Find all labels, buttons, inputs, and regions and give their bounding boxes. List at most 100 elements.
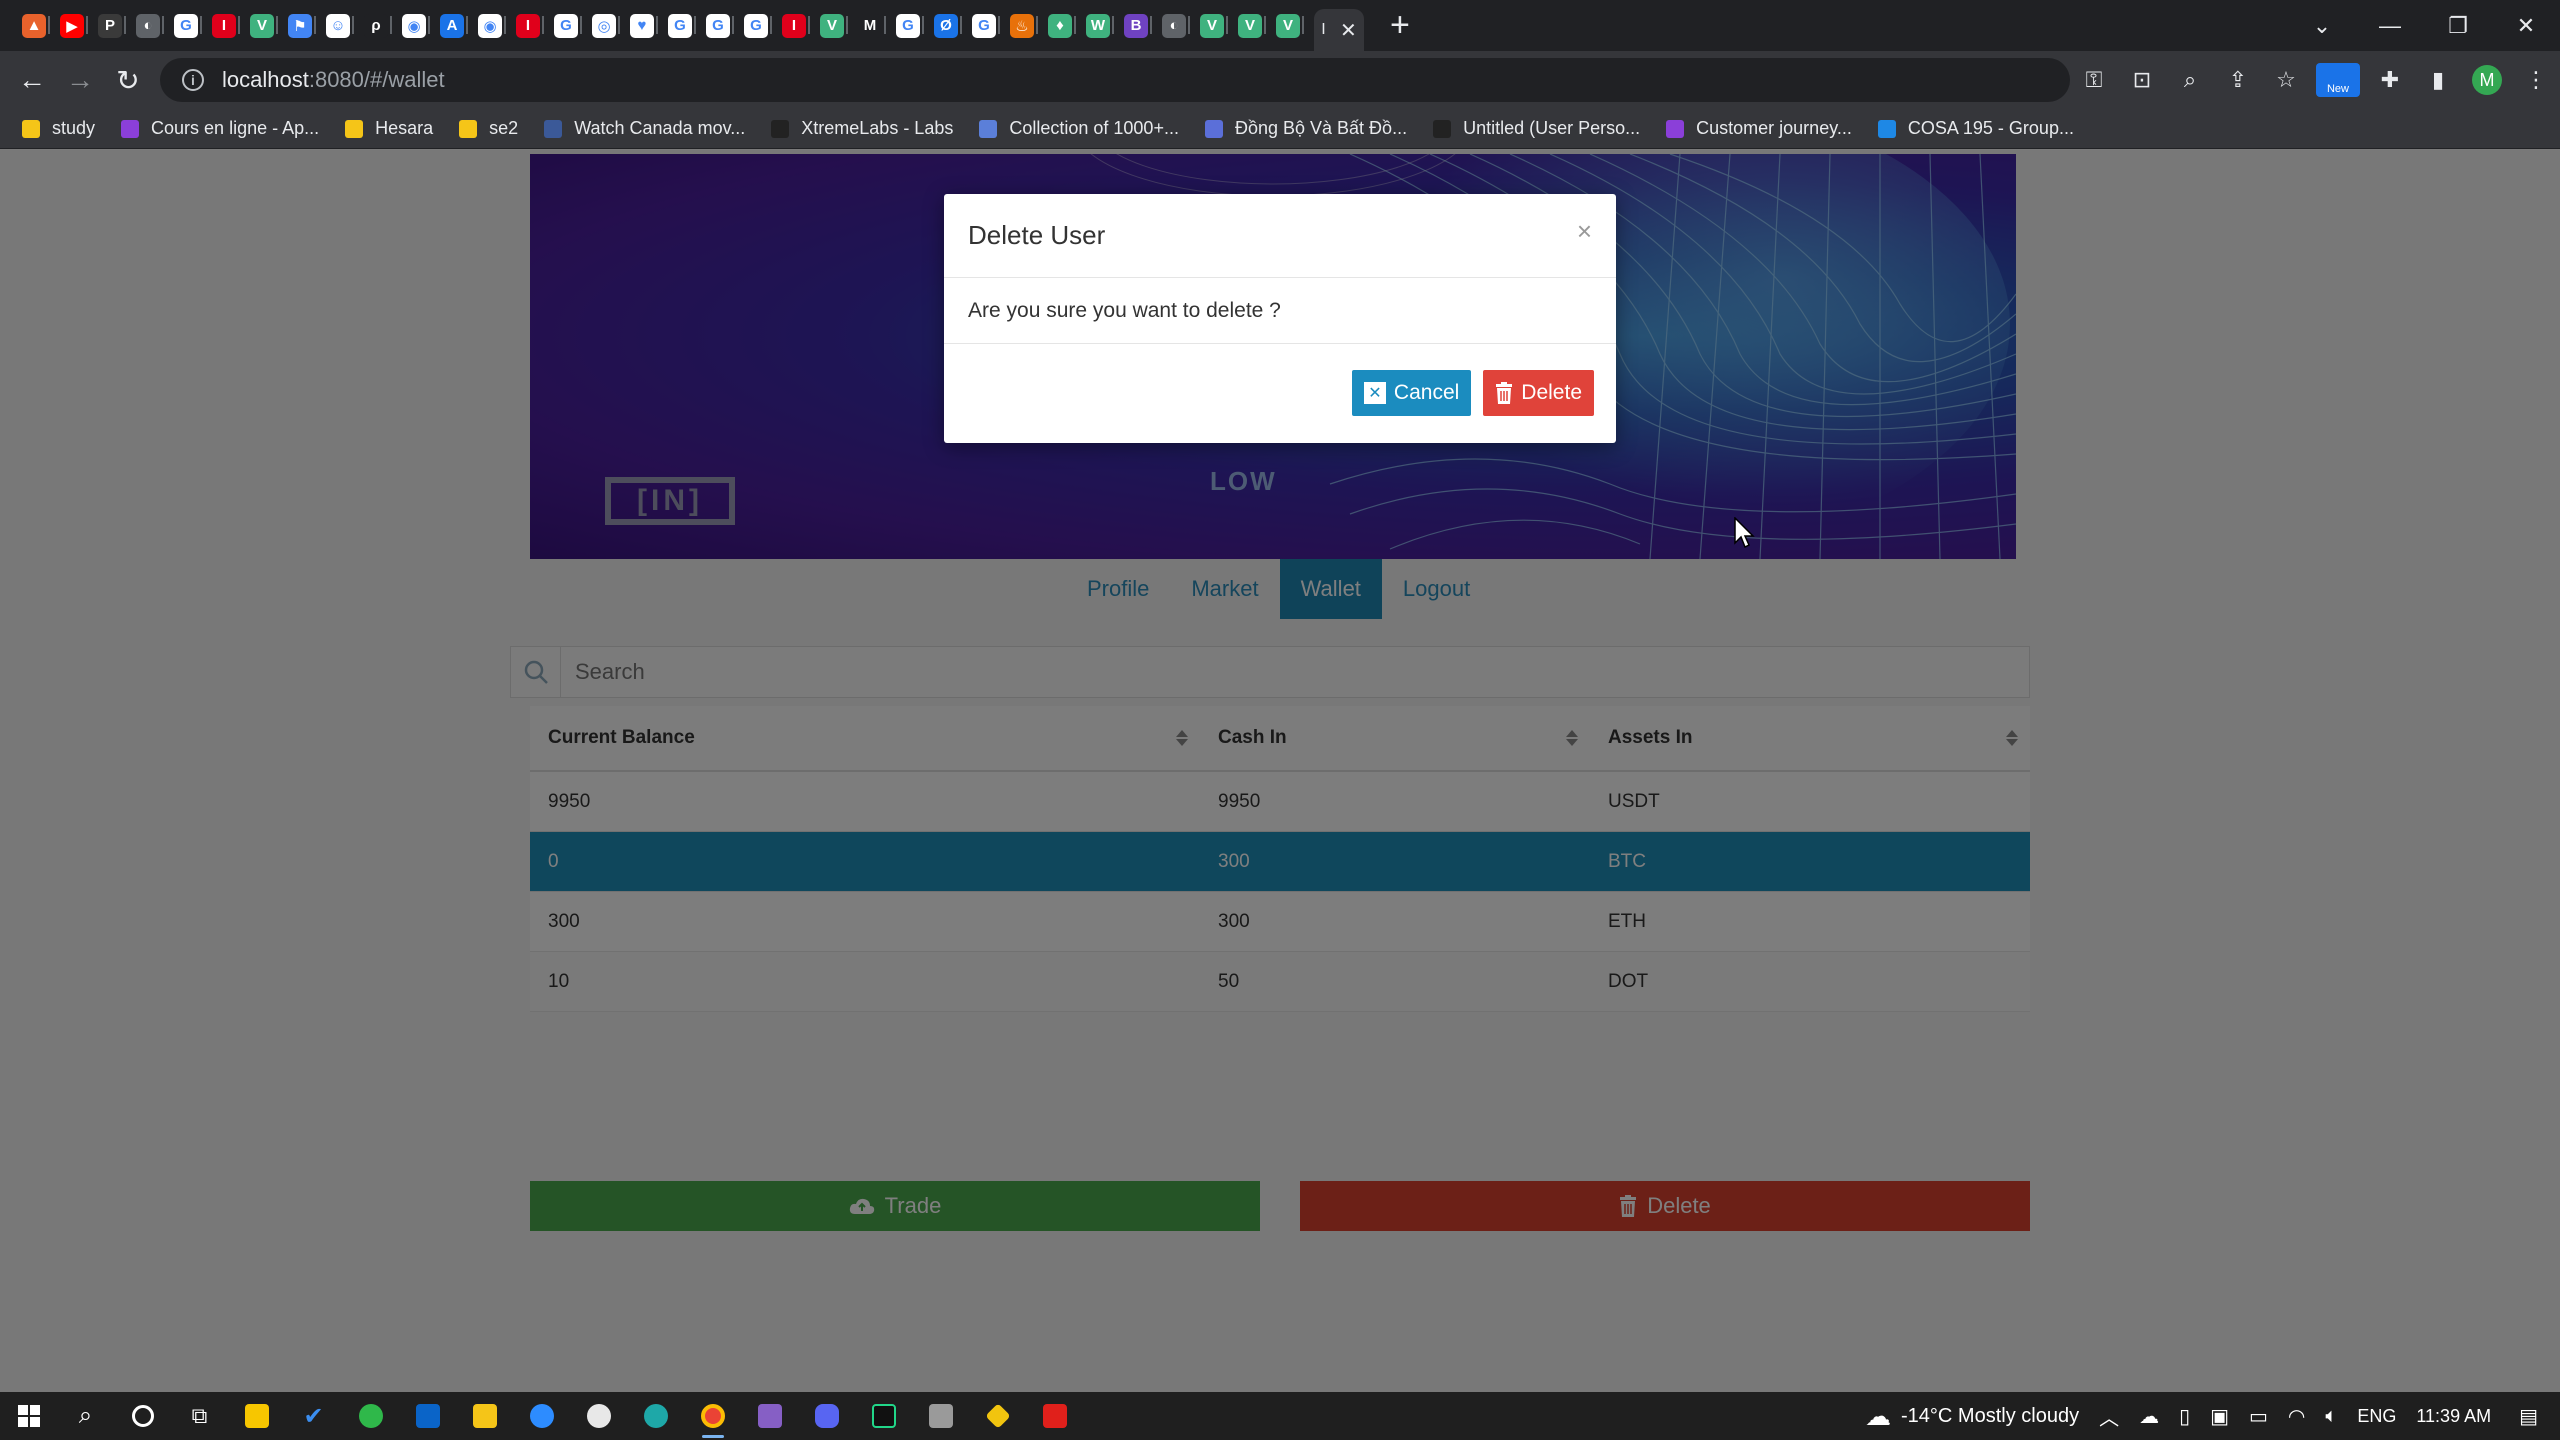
side-panel-icon[interactable]: ▮ [2414, 67, 2462, 93]
weather-text[interactable]: -14°C Mostly cloudy [1901, 1405, 2079, 1428]
device-icon[interactable]: ▯ [2179, 1404, 2190, 1429]
share-icon[interactable]: ⇪ [2214, 67, 2262, 93]
bookmark-item[interactable]: study [22, 118, 95, 139]
browser-tab[interactable]: Ø [934, 0, 972, 51]
browser-tab[interactable]: G [668, 0, 706, 51]
browser-tab[interactable]: ▶ [60, 0, 98, 51]
browser-tab[interactable]: V [1200, 0, 1238, 51]
reload-button[interactable]: ↻ [104, 64, 152, 97]
profile-avatar[interactable]: M [2472, 65, 2502, 95]
active-tab[interactable]: I ✕ [1314, 9, 1364, 51]
browser-tab[interactable]: ♦ [1048, 0, 1086, 51]
browser-tab[interactable]: ▲ [22, 0, 60, 51]
key-icon[interactable]: ⚿ [2070, 67, 2118, 93]
volume-icon[interactable]: 🔈︎ [2325, 1405, 2337, 1428]
bookmark-item[interactable]: Cours en ligne - Ap... [121, 118, 319, 139]
discord-icon[interactable] [798, 1392, 855, 1440]
todo-icon[interactable]: ✔ [285, 1392, 342, 1440]
browser-tab[interactable]: I [782, 0, 820, 51]
new-tab-button[interactable]: + [1390, 6, 1410, 45]
confirm-delete-button[interactable]: Delete [1483, 370, 1594, 416]
translate-icon[interactable]: ⊡ [2118, 67, 2166, 93]
browser-tab[interactable]: G [896, 0, 934, 51]
acrobat-icon[interactable] [1026, 1392, 1083, 1440]
browser-tab[interactable]: G [706, 0, 744, 51]
bookmark-item[interactable]: Watch Canada mov... [544, 118, 745, 139]
browser-tab[interactable]: ◐ [1162, 0, 1200, 51]
database-icon[interactable] [912, 1392, 969, 1440]
tab-close-icon[interactable]: ✕ [1340, 18, 1357, 43]
bookmark-star-icon[interactable]: ☆ [2262, 67, 2310, 93]
bookmark-item[interactable]: Untitled (User Perso... [1433, 118, 1640, 139]
clock[interactable]: 11:39 AM [2416, 1406, 2491, 1427]
browser-tab[interactable]: ♥ [630, 0, 668, 51]
chrome-green-icon[interactable] [342, 1392, 399, 1440]
browser-tab[interactable]: G [972, 0, 1010, 51]
start-button[interactable] [0, 1392, 57, 1440]
close-window-button[interactable]: ✕ [2492, 13, 2560, 39]
bookmark-item[interactable]: COSA 195 - Group... [1877, 118, 2074, 139]
browser-tab[interactable]: W [1086, 0, 1124, 51]
browser-tab[interactable]: ☺ [326, 0, 364, 51]
browser-tab[interactable]: V [250, 0, 288, 51]
search-taskbar-icon[interactable]: ⌕ [57, 1392, 114, 1440]
browser-tab[interactable]: G [174, 0, 212, 51]
bookmark-item[interactable]: Customer journey... [1666, 118, 1852, 139]
webstorm-icon[interactable] [855, 1392, 912, 1440]
slack-icon[interactable] [570, 1392, 627, 1440]
bookmark-item[interactable]: XtremeLabs - Labs [771, 118, 953, 139]
sticky-notes-icon[interactable] [228, 1392, 285, 1440]
outlook-icon[interactable] [399, 1392, 456, 1440]
browser-tab[interactable]: V [1276, 0, 1314, 51]
back-button[interactable]: ← [8, 64, 56, 96]
restore-button[interactable]: ❐ [2424, 13, 2492, 39]
file-explorer-icon[interactable] [456, 1392, 513, 1440]
close-icon[interactable]: × [1577, 216, 1592, 247]
weather-icon[interactable]: ☁ [1865, 1401, 1891, 1432]
notifications-icon[interactable]: ▤ [2519, 1404, 2538, 1429]
address-bar[interactable]: i localhost:8080/#/wallet [160, 58, 2070, 102]
battery-icon[interactable]: ▭ [2249, 1404, 2268, 1429]
browser-tab[interactable]: ◎ [592, 0, 630, 51]
show-hidden-icons[interactable]: ︿ [2099, 1402, 2119, 1431]
security-icon[interactable]: ▣ [2210, 1404, 2229, 1429]
browser-tab[interactable]: ρ [364, 0, 402, 51]
visual-studio-icon[interactable] [741, 1392, 798, 1440]
cancel-button[interactable]: ✕ Cancel [1351, 370, 1472, 416]
browser-tab[interactable]: V [1238, 0, 1276, 51]
browser-tab[interactable]: ◉ [478, 0, 516, 51]
browser-tab[interactable]: V [820, 0, 858, 51]
browser-tab[interactable]: B [1124, 0, 1162, 51]
browser-tab[interactable]: I [212, 0, 250, 51]
wifi-icon[interactable]: ◠ [2288, 1404, 2305, 1429]
new-feature-badge[interactable]: New [2316, 63, 2360, 97]
tab-search-icon[interactable]: ⌄ [2288, 13, 2356, 39]
cortana-icon[interactable] [114, 1392, 171, 1440]
browser-tab[interactable]: G [554, 0, 592, 51]
browser-tab[interactable]: ◉ [402, 0, 440, 51]
bookmark-item[interactable]: Hesara [345, 118, 433, 139]
menu-icon[interactable]: ⋮ [2512, 67, 2560, 93]
browser-tab[interactable]: ◐ [136, 0, 174, 51]
browser-tab[interactable]: P [98, 0, 136, 51]
task-view-icon[interactable]: ⧉ [171, 1392, 228, 1440]
browser-tab[interactable]: M [858, 0, 896, 51]
chrome-icon[interactable] [684, 1392, 741, 1440]
url-text[interactable]: localhost:8080/#/wallet [222, 67, 445, 93]
browser-tab[interactable]: ⚑ [288, 0, 326, 51]
edge-icon[interactable] [627, 1392, 684, 1440]
bookmark-item[interactable]: Collection of 1000+... [979, 118, 1179, 139]
language-indicator[interactable]: ENG [2357, 1406, 2396, 1427]
extensions-icon[interactable]: ✚ [2366, 67, 2414, 93]
browser-tab[interactable]: ♨ [1010, 0, 1048, 51]
minimize-button[interactable]: — [2356, 13, 2424, 39]
browser-tab[interactable]: I [516, 0, 554, 51]
zoom-icon[interactable]: ⌕ [2166, 67, 2214, 93]
bookmark-item[interactable]: Đồng Bộ Và Bất Đồ... [1204, 118, 1407, 139]
bookmark-item[interactable]: se2 [459, 118, 518, 139]
forward-button[interactable]: → [56, 64, 104, 96]
onedrive-icon[interactable]: ☁ [2139, 1404, 2159, 1429]
git-icon[interactable] [969, 1392, 1026, 1440]
browser-tab[interactable]: A [440, 0, 478, 51]
site-info-icon[interactable]: i [182, 69, 204, 91]
